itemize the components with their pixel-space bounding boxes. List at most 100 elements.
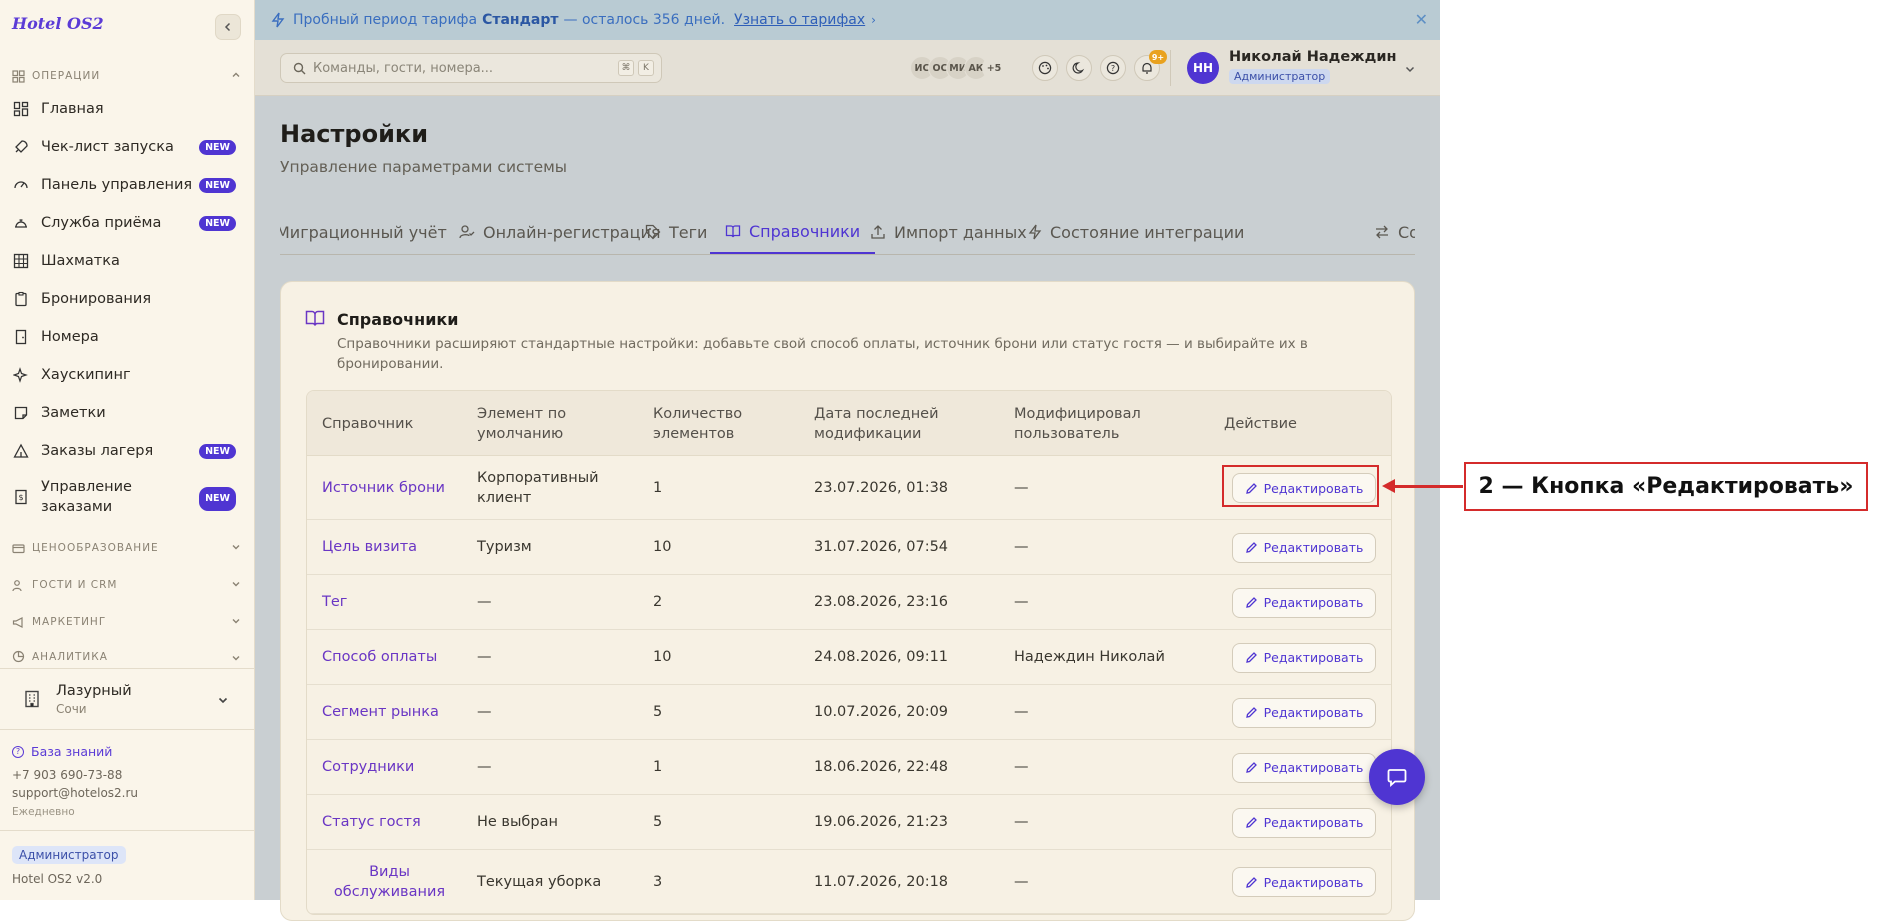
cell-dictionary-name[interactable]: Источник брони bbox=[322, 456, 457, 519]
hotel-switcher[interactable]: Лазурный Сочи bbox=[0, 668, 255, 730]
card-description: Справочники расширяют стандартные настро… bbox=[337, 336, 1308, 372]
support-email[interactable]: support@hotelos2.ru bbox=[12, 786, 138, 800]
trial-banner: Пробный период тарифа Стандарт — осталос… bbox=[255, 0, 1440, 40]
theme-palette-button[interactable] bbox=[1032, 55, 1058, 81]
edit-button[interactable]: Редактировать bbox=[1232, 697, 1376, 728]
sidebar-item-rooms[interactable]: Номера bbox=[12, 320, 242, 354]
cell-dictionary-name[interactable]: Статус гостя bbox=[322, 795, 457, 849]
cell-default-element: Не выбран bbox=[477, 814, 558, 830]
close-banner-button[interactable]: ✕ bbox=[1415, 10, 1428, 29]
knowledge-base-link[interactable]: ? База знаний bbox=[12, 744, 112, 759]
edit-button[interactable]: Редактировать bbox=[1232, 532, 1376, 563]
chevron-up-icon bbox=[232, 72, 240, 77]
cell-dictionary-name[interactable]: Тег bbox=[322, 575, 457, 629]
collapse-sidebar-button[interactable] bbox=[215, 14, 241, 40]
chevron-down-icon bbox=[232, 582, 240, 587]
chevron-down-icon bbox=[218, 697, 228, 704]
tab-online-registration[interactable]: Онлайн-регистрация bbox=[459, 210, 661, 254]
cell-default-element: — bbox=[477, 704, 492, 720]
sidebar-item-camp-orders[interactable]: Заказы лагеря NEW bbox=[12, 434, 242, 468]
sidebar-item-chessboard[interactable]: Шахматка bbox=[12, 244, 242, 278]
sidebar-item-home[interactable]: Главная bbox=[12, 92, 242, 126]
tab-migration[interactable]: Миграционный учёт bbox=[280, 210, 447, 254]
sidebar-item-housekeeping[interactable]: Хаускипинг bbox=[12, 358, 242, 392]
edit-button[interactable]: Редактировать bbox=[1232, 587, 1376, 618]
layout-grid-icon bbox=[12, 100, 30, 118]
edit-button[interactable]: Редактировать bbox=[1232, 642, 1376, 673]
tab-overflow[interactable]: Со bbox=[1374, 210, 1415, 254]
cell-element-count: 10 bbox=[653, 539, 672, 555]
section-guests-crm[interactable]: ГОСТИ И CRM bbox=[12, 575, 242, 595]
tab-label: Справочники bbox=[749, 221, 861, 241]
edit-button-label: Редактировать bbox=[1263, 815, 1364, 830]
edit-button[interactable]: Редактировать bbox=[1232, 807, 1376, 838]
section-label: ГОСТИ И CRM bbox=[32, 579, 118, 591]
knowledge-base-label: База знаний bbox=[31, 744, 113, 759]
chevron-down-icon[interactable] bbox=[1403, 62, 1417, 76]
section-marketing[interactable]: МАРКЕТИНГ bbox=[12, 612, 242, 632]
cell-modified-user: — bbox=[1014, 479, 1029, 496]
annotation-highlight-box bbox=[1222, 465, 1379, 507]
app-version: Hotel OS2 v2.0 bbox=[12, 872, 103, 886]
sidebar-item-front-desk[interactable]: Служба приёма NEW bbox=[12, 206, 242, 240]
tab-data-import[interactable]: Импорт данных bbox=[870, 210, 1027, 254]
main-content: Пробный период тарифа Стандарт — осталос… bbox=[255, 0, 1440, 921]
more-users-count[interactable]: +5 bbox=[982, 56, 1006, 80]
tab-integration-status[interactable]: Состояние интеграции bbox=[1028, 210, 1244, 254]
sidebar-item-order-management[interactable]: $ Управление заказами NEW bbox=[12, 477, 242, 517]
tab-label: Миграционный учёт bbox=[280, 222, 447, 242]
sidebar-item-bookings[interactable]: Бронирования bbox=[12, 282, 242, 316]
cell-dictionary-name[interactable]: Сотрудники bbox=[322, 740, 457, 794]
user-check-icon bbox=[459, 224, 475, 240]
cell-default-element: Туризм bbox=[477, 539, 532, 555]
pricing-link[interactable]: Узнать о тарифах bbox=[734, 12, 865, 28]
annotation-arrow-line bbox=[1394, 485, 1463, 488]
cell-dictionary-name[interactable]: Виды обслуживания bbox=[322, 850, 457, 913]
sidebar-item-dashboard[interactable]: Панель управления NEW bbox=[12, 168, 242, 202]
cell-modified-user: — bbox=[1014, 814, 1029, 830]
cell-element-count: 10 bbox=[653, 649, 672, 665]
table-header: Справочник Элемент по умолчанию Количест… bbox=[307, 391, 1391, 456]
cell-dictionary-name[interactable]: Цель визита bbox=[322, 520, 457, 574]
sidebar-item-label: Номера bbox=[41, 329, 99, 345]
online-users[interactable]: ИС ОС МИ АК +5 bbox=[910, 56, 1006, 80]
section-operations[interactable]: ОПЕРАЦИИ bbox=[12, 66, 242, 86]
pencil-icon bbox=[1245, 651, 1258, 664]
edit-button[interactable]: Редактировать bbox=[1232, 867, 1376, 897]
tent-icon bbox=[12, 442, 30, 460]
edit-button[interactable]: Редактировать bbox=[1232, 752, 1376, 783]
chevron-right-icon: › bbox=[871, 13, 876, 27]
cell-default-element: Корпоративный клиент bbox=[477, 469, 599, 506]
sparkles-icon bbox=[12, 366, 30, 384]
section-pricing[interactable]: ЦЕНООБРАЗОВАНИЕ bbox=[12, 538, 242, 558]
section-analytics[interactable]: АНАЛИТИКА bbox=[12, 649, 242, 664]
help-circle-icon: ? bbox=[1106, 61, 1120, 75]
user-avatar[interactable]: НН bbox=[1187, 52, 1219, 84]
notification-count-badge: 9+ bbox=[1149, 50, 1167, 64]
dark-mode-button[interactable] bbox=[1066, 55, 1092, 81]
cell-dictionary-name[interactable]: Сегмент рынка bbox=[322, 685, 457, 739]
divider bbox=[1170, 50, 1171, 86]
help-button[interactable]: ? bbox=[1100, 55, 1126, 81]
app-logo[interactable]: Hotel OS2 bbox=[12, 14, 104, 33]
rocket-icon bbox=[12, 138, 30, 156]
sidebar-item-label: Заметки bbox=[41, 405, 106, 421]
lightning-icon bbox=[1028, 224, 1042, 240]
user-name[interactable]: Николай Надеждин bbox=[1229, 49, 1397, 65]
sidebar-item-launch-checklist[interactable]: Чек-лист запуска NEW bbox=[12, 130, 242, 164]
command-search-input[interactable]: Команды, гости, номера... ⌘ K bbox=[280, 53, 662, 83]
support-phone[interactable]: +7 903 690-73-88 bbox=[12, 768, 122, 782]
tab-dictionaries[interactable]: Справочники bbox=[710, 210, 876, 254]
notifications-button[interactable]: 9+ bbox=[1134, 50, 1167, 81]
chat-button[interactable] bbox=[1369, 749, 1425, 805]
tab-tags[interactable]: Теги bbox=[645, 210, 707, 254]
sidebar-item-label: Чек-лист запуска bbox=[41, 139, 174, 155]
cell-dictionary-name[interactable]: Способ оплаты bbox=[322, 630, 457, 684]
svg-text:$: $ bbox=[18, 493, 23, 502]
hotel-name: Лазурный bbox=[56, 683, 132, 699]
pencil-icon bbox=[1245, 816, 1258, 829]
section-label: МАРКЕТИНГ bbox=[32, 616, 107, 628]
app-window: Hotel OS2 ОПЕРАЦИИ Главная Чек-лист запу… bbox=[0, 0, 1440, 921]
table-row: Сотрудники — 1 18.06.2026, 22:48 — Редактиров… bbox=[307, 740, 1391, 795]
sidebar-item-notes[interactable]: Заметки bbox=[12, 396, 242, 430]
